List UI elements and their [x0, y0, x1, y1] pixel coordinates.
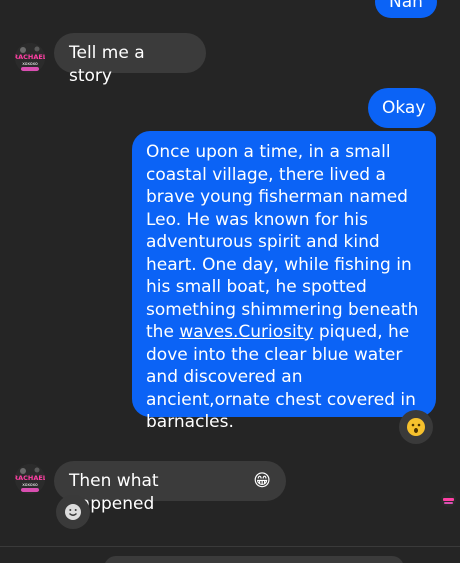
avatar-image: RACHAEL xoxoxo — [15, 464, 45, 494]
incoming-message[interactable]: Then what happened 😁 — [54, 461, 286, 514]
composer-divider — [0, 546, 460, 547]
message-text: Nah — [389, 0, 423, 12]
message-reaction[interactable] — [399, 410, 433, 444]
avatar-name-line-1: RACHAEL — [15, 53, 45, 61]
outgoing-message[interactable]: Okay — [368, 88, 436, 128]
add-reaction-button[interactable] — [56, 495, 90, 529]
avatar-name-line-2: xoxoxo — [22, 62, 38, 67]
avatar-name-line-2: xoxoxo — [22, 483, 38, 488]
read-receipt-avatar — [441, 492, 456, 507]
read-receipt-image — [441, 492, 456, 507]
avatar-image: RACHAEL xoxoxo — [15, 43, 45, 73]
story-link[interactable]: waves.Curiosity — [179, 322, 313, 342]
grinning-emoji: 😁 — [253, 471, 271, 491]
chat-thread: Nah RACHAEL xoxoxo Tell me a story Okay … — [0, 0, 460, 563]
incoming-message[interactable]: Tell me a story — [54, 33, 206, 86]
surprised-face-icon — [407, 418, 425, 436]
message-text: Tell me a story — [69, 43, 145, 86]
outgoing-story-message[interactable]: Once upon a time, in a small coastal vil… — [132, 131, 436, 432]
message-composer[interactable] — [104, 556, 404, 563]
message-text: Then what happened — [69, 471, 159, 514]
message-text: Okay — [382, 98, 426, 118]
smiley-outline-icon — [65, 504, 81, 520]
outgoing-message-partial[interactable]: Nah — [375, 0, 437, 18]
contact-avatar[interactable]: RACHAEL xoxoxo — [15, 43, 45, 73]
contact-avatar[interactable]: RACHAEL xoxoxo — [15, 464, 45, 494]
story-text-part-1: Once upon a time, in a small coastal vil… — [146, 142, 419, 342]
avatar-name-line-1: RACHAEL — [15, 474, 45, 482]
